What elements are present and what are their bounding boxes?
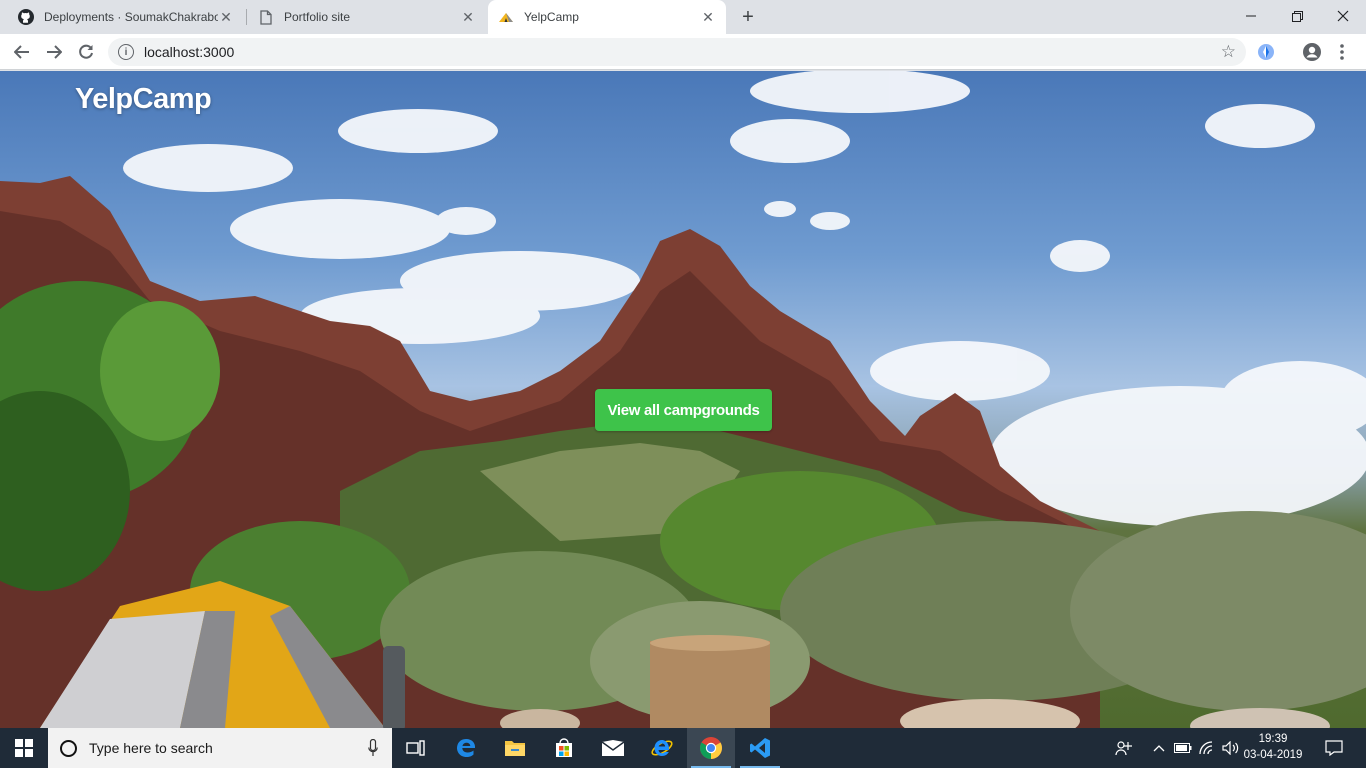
bookmark-star-icon[interactable]: ☆ (1221, 42, 1236, 62)
notification-center-icon[interactable] (1318, 728, 1350, 768)
site-info-icon[interactable]: i (118, 44, 134, 60)
windows-logo-icon (15, 739, 33, 757)
edge-icon[interactable] (442, 728, 490, 768)
file-explorer-icon[interactable] (491, 728, 539, 768)
people-icon[interactable] (1110, 728, 1138, 768)
clock-time: 19:39 (1258, 733, 1288, 745)
landing-page: YelpCamp View all campgrounds (0, 71, 1366, 728)
close-tab-icon[interactable]: ✕ (460, 9, 476, 25)
restore-button[interactable] (1274, 0, 1320, 32)
internet-explorer-icon[interactable] (638, 728, 686, 768)
document-icon (258, 9, 274, 25)
tab-title: YelpCamp (524, 10, 579, 24)
tab-portfolio[interactable]: Portfolio site ✕ (248, 0, 486, 34)
browser-toolbar: i localhost:3000 ☆ (0, 34, 1366, 70)
close-tab-icon[interactable]: ✕ (218, 9, 234, 25)
windows-taskbar: Type here to search 19:39 03-04-2019 (0, 728, 1366, 768)
search-placeholder: Type here to search (89, 740, 213, 756)
new-tab-button[interactable]: + (736, 5, 760, 29)
address-bar[interactable]: i localhost:3000 ☆ (108, 38, 1246, 66)
reload-button[interactable] (72, 38, 100, 66)
store-icon[interactable] (540, 728, 588, 768)
brand-logo-text[interactable]: YelpCamp (75, 83, 212, 116)
url-text: localhost:3000 (144, 44, 235, 60)
chrome-icon[interactable] (687, 728, 735, 768)
volume-icon[interactable] (1220, 728, 1242, 768)
clock-date: 03-04-2019 (1243, 749, 1303, 761)
menu-kebab-icon[interactable] (1332, 42, 1352, 62)
wifi-icon[interactable] (1196, 728, 1220, 768)
view-all-campgrounds-button[interactable]: View all campgrounds (595, 389, 772, 431)
forward-button[interactable] (40, 38, 68, 66)
tab-separator (246, 9, 247, 25)
windows-start-button[interactable] (0, 728, 48, 768)
tab-title: Portfolio site (284, 10, 351, 24)
close-window-button[interactable] (1320, 0, 1366, 32)
profile-icon[interactable] (1302, 42, 1322, 62)
github-icon (18, 9, 34, 25)
battery-icon[interactable] (1172, 728, 1194, 768)
extension-icon[interactable] (1256, 42, 1276, 62)
close-tab-icon[interactable]: ✕ (700, 9, 716, 25)
tab-title: Deployments · SoumakChakrabo (44, 10, 218, 24)
tent-icon (498, 9, 514, 25)
taskbar-search-box[interactable]: Type here to search (48, 728, 392, 768)
tab-strip: Deployments · SoumakChakrabo ✕ Portfolio… (0, 0, 1366, 34)
task-view-icon[interactable] (392, 728, 440, 768)
tab-yelpcamp[interactable]: YelpCamp ✕ (488, 0, 726, 34)
vscode-icon[interactable] (736, 728, 784, 768)
chevron-up-icon[interactable] (1148, 728, 1170, 768)
mail-icon[interactable] (589, 728, 637, 768)
microphone-icon[interactable] (368, 739, 378, 757)
tab-deployments[interactable]: Deployments · SoumakChakrabo ✕ (8, 0, 244, 34)
minimize-button[interactable] (1228, 0, 1274, 32)
back-button[interactable] (8, 38, 36, 66)
cortana-icon (60, 739, 77, 757)
system-clock[interactable]: 19:39 03-04-2019 (1240, 731, 1306, 763)
